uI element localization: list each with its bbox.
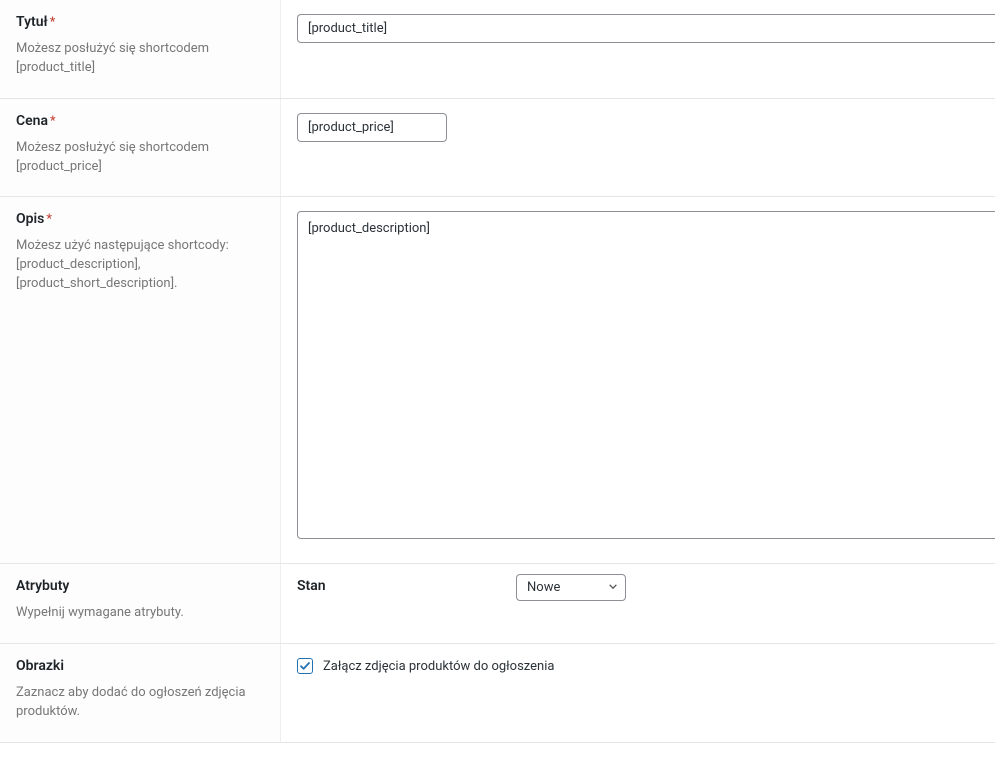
attribute-name: Stan	[281, 564, 500, 608]
row-title: Tytuł* Możesz posłużyć się shortcodem [p…	[0, 0, 995, 99]
price-desc: Możesz posłużyć się shortcodem [product_…	[16, 139, 264, 177]
label-col-title: Tytuł* Możesz posłużyć się shortcodem [p…	[0, 0, 281, 98]
attributes-desc: Wypełnij wymagane atrybuty.	[16, 604, 264, 623]
price-label: Cena	[16, 113, 48, 129]
field-col-description: [product_description]	[281, 197, 995, 563]
check-icon	[299, 660, 311, 672]
label-col-images: Obrazki Zaznacz aby dodać do ogłoszeń zd…	[0, 644, 281, 742]
images-desc: Zaznacz aby dodać do ogłoszeń zdjęcia pr…	[16, 684, 264, 722]
attach-images-checkbox[interactable]	[297, 658, 313, 674]
label-col-price: Cena* Możesz posłużyć się shortcodem [pr…	[0, 99, 281, 197]
images-label: Obrazki	[16, 658, 64, 674]
row-price: Cena* Możesz posłużyć się shortcodem [pr…	[0, 99, 995, 198]
required-mark: *	[46, 212, 52, 227]
field-col-price	[281, 99, 995, 197]
description-textarea[interactable]: [product_description]	[297, 211, 995, 539]
required-mark: *	[50, 114, 56, 129]
title-desc: Możesz posłużyć się shortcodem [product_…	[16, 40, 264, 78]
attribute-select-col: Nowe	[500, 564, 995, 611]
title-input[interactable]	[297, 14, 995, 43]
attach-images-label: Załącz zdjęcia produktów do ogłoszenia	[323, 659, 554, 674]
row-images: Obrazki Zaznacz aby dodać do ogłoszeń zd…	[0, 644, 995, 743]
field-col-title	[281, 0, 995, 98]
attributes-right: Stan Nowe	[281, 564, 995, 643]
title-label: Tytuł	[16, 14, 48, 30]
field-col-images: Załącz zdjęcia produktów do ogłoszenia	[281, 644, 995, 742]
row-description: Opis* Możesz użyć następujące shortcody:…	[0, 197, 995, 564]
label-col-description: Opis* Możesz użyć następujące shortcody:…	[0, 197, 281, 563]
attributes-label: Atrybuty	[16, 578, 69, 594]
required-mark: *	[50, 15, 56, 30]
price-input[interactable]	[297, 113, 447, 142]
description-desc: Możesz użyć następujące shortcody: [prod…	[16, 237, 264, 294]
label-col-attributes: Atrybuty Wypełnij wymagane atrybuty.	[0, 564, 281, 643]
condition-select-wrap: Nowe	[516, 574, 626, 601]
row-attributes: Atrybuty Wypełnij wymagane atrybuty. Sta…	[0, 564, 995, 644]
attach-images-row: Załącz zdjęcia produktów do ogłoszenia	[297, 658, 995, 674]
condition-select[interactable]: Nowe	[516, 574, 626, 601]
description-label: Opis	[16, 211, 44, 227]
